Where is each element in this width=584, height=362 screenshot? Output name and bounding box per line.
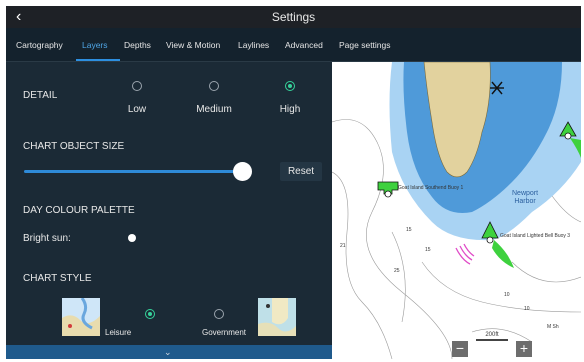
leisure-map-preview-icon xyxy=(62,298,100,336)
leisure-style-label: Leisure xyxy=(105,328,132,337)
zoom-out-button[interactable]: − xyxy=(452,341,468,357)
leisure-style-thumbnail[interactable] xyxy=(62,298,100,336)
nautical-chart xyxy=(332,62,581,359)
chart-object-size-slider-track[interactable] xyxy=(24,170,248,173)
page-title: Settings xyxy=(271,10,316,24)
tab-page-settings[interactable]: Page settings xyxy=(339,28,391,62)
harbor-label: Newport Harbor xyxy=(512,190,539,205)
tab-laylines[interactable]: Laylines xyxy=(238,28,269,62)
sounding-3: 15 xyxy=(425,247,431,253)
government-style-radio[interactable] xyxy=(214,309,224,319)
tab-advanced[interactable]: Advanced xyxy=(285,28,323,62)
tab-depths[interactable]: Depths xyxy=(124,28,151,62)
detail-low-radio[interactable] xyxy=(132,81,142,91)
government-style-thumbnail[interactable] xyxy=(258,298,296,336)
sounding-4: 25 xyxy=(394,268,400,274)
government-map-preview-icon xyxy=(258,298,296,336)
sounding-7: M Sh xyxy=(547,324,559,330)
detail-medium-radio[interactable] xyxy=(209,81,219,91)
bright-sun-label: Bright sun: xyxy=(23,233,71,244)
leisure-style-radio[interactable] xyxy=(145,309,155,319)
scale-bar: 200ft xyxy=(476,332,508,344)
detail-medium-label: Medium xyxy=(196,104,232,115)
government-style-label: Government xyxy=(202,328,247,337)
reset-button[interactable]: Reset xyxy=(280,162,322,181)
zoom-in-button[interactable]: + xyxy=(516,341,532,357)
tab-bar: Cartography Layers Depths View & Motion … xyxy=(6,28,581,62)
chart-object-size-label: CHART OBJECT SIZE xyxy=(23,141,125,152)
sounding-2: 15 xyxy=(406,227,412,233)
detail-high-radio[interactable] xyxy=(285,81,295,91)
chart-style-label: CHART STYLE xyxy=(23,273,92,284)
sounding-5: 10 xyxy=(504,292,510,298)
buoy-1-label: Goat Island Southend Buoy 1 xyxy=(398,185,464,191)
sounding-6: 10 xyxy=(524,306,530,312)
active-tab-indicator xyxy=(76,59,120,61)
tab-layers[interactable]: Layers xyxy=(82,28,108,62)
detail-high-label: High xyxy=(279,104,301,115)
detail-low-label: Low xyxy=(127,104,147,115)
chart-object-size-slider-thumb[interactable] xyxy=(233,162,252,181)
settings-panel: DETAIL Low Medium High CHART OBJECT SIZE… xyxy=(6,62,332,348)
scale-label: 200ft xyxy=(485,332,499,338)
sounding-1: 21 xyxy=(340,243,346,249)
title-bar: ‹ Settings xyxy=(6,6,581,28)
chart-preview[interactable]: Goat Island Southend Buoy 1 Goat Island … xyxy=(332,62,581,359)
detail-label: DETAIL xyxy=(23,90,58,101)
tab-view-motion[interactable]: View & Motion xyxy=(166,28,220,62)
settings-window: ‹ Settings Cartography Layers Depths Vie… xyxy=(6,6,581,359)
bright-sun-toggle[interactable] xyxy=(128,234,136,242)
day-colour-palette-label: DAY COLOUR PALETTE xyxy=(23,205,135,216)
buoy-3-label: Goat Island Lighted Bell Buoy 3 xyxy=(500,233,571,239)
tab-cartography[interactable]: Cartography xyxy=(16,28,63,62)
chevron-down-icon[interactable]: ⌄ xyxy=(164,347,172,358)
